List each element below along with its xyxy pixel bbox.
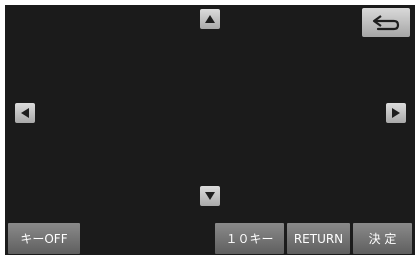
up-button[interactable] xyxy=(200,9,220,29)
arrow-up-icon xyxy=(205,15,215,23)
down-button[interactable] xyxy=(200,186,220,206)
left-button[interactable] xyxy=(15,103,35,123)
navigation-screen: キーOFF １０キー RETURN 決 定 xyxy=(5,5,415,255)
right-button[interactable] xyxy=(386,103,406,123)
back-button[interactable] xyxy=(362,8,410,37)
arrow-left-icon xyxy=(21,108,29,118)
enter-button[interactable]: 決 定 xyxy=(353,223,412,254)
return-arrow-icon xyxy=(372,15,400,31)
arrow-down-icon xyxy=(205,192,215,200)
ten-key-button[interactable]: １０キー xyxy=(215,223,284,254)
return-button[interactable]: RETURN xyxy=(287,223,350,254)
key-off-button[interactable]: キーOFF xyxy=(8,223,80,254)
arrow-right-icon xyxy=(392,108,400,118)
